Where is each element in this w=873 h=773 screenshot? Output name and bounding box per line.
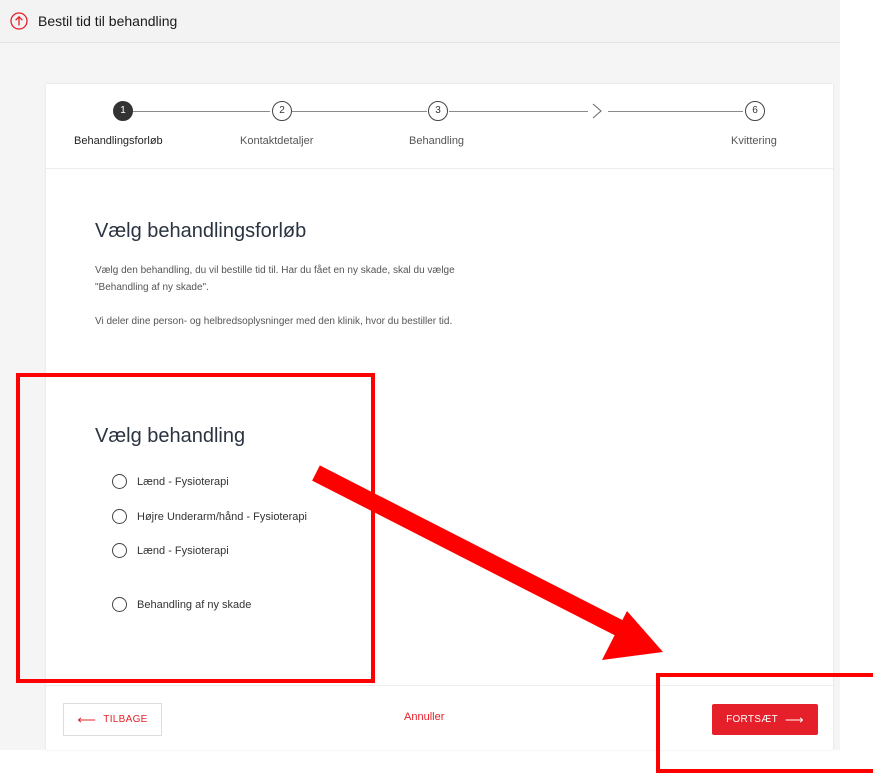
back-button-label: TILBAGE — [103, 714, 148, 725]
step-6-indicator[interactable]: 6 — [745, 101, 765, 121]
chevron-right-icon — [592, 103, 602, 119]
stepper-divider — [46, 168, 833, 169]
intro-paragraph-1-line-2: "Behandling af ny skade". — [95, 282, 209, 293]
stepper-line — [292, 111, 427, 112]
arrow-up-circle-icon[interactable] — [10, 12, 28, 30]
intro-paragraph-2: Vi deler dine person- og helbredsoplysni… — [95, 316, 453, 327]
step-1-label: Behandlingsforløb — [74, 135, 163, 147]
step-6-label[interactable]: Kvittering — [731, 135, 777, 147]
stepper-line — [449, 111, 588, 112]
step-3-label[interactable]: Behandling — [409, 135, 464, 147]
back-button[interactable]: ⟵ TILBAGE — [63, 703, 162, 736]
step-2-label[interactable]: Kontaktdetaljer — [240, 135, 313, 147]
intro-paragraph-1-line-1: Vælg den behandling, du vil bestille tid… — [95, 265, 455, 276]
annotation-highlight-continue — [656, 673, 873, 773]
annotation-highlight-treatment — [16, 373, 375, 683]
stepper-line — [608, 111, 743, 112]
cancel-link[interactable]: Annuller — [404, 711, 444, 723]
intro-heading: Vælg behandlingsforløb — [95, 220, 307, 242]
page-title: Bestil tid til behandling — [38, 13, 178, 29]
stepper-line — [127, 111, 270, 112]
step-2-indicator[interactable]: 2 — [272, 101, 292, 121]
arrow-left-icon: ⟵ — [77, 711, 97, 727]
intro-paragraph-1: Vælg den behandling, du vil bestille tid… — [95, 262, 575, 296]
step-1-indicator: 1 — [113, 101, 133, 121]
step-3-indicator[interactable]: 3 — [428, 101, 448, 121]
app-header: Bestil tid til behandling — [0, 0, 840, 43]
